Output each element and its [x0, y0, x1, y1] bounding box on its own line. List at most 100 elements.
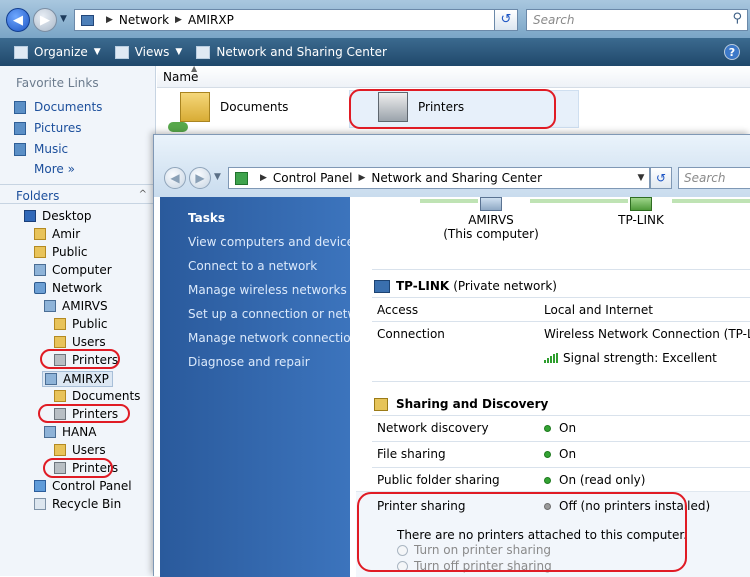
tree-item-users[interactable]: Users: [54, 443, 106, 457]
breadcrumb-chevron-icon[interactable]: ▶: [260, 173, 267, 183]
favorite-link-pictures[interactable]: Pictures: [14, 121, 82, 135]
breadcrumb-chevron-icon[interactable]: ▶: [106, 15, 113, 25]
refresh-button[interactable]: ↺: [494, 9, 518, 31]
tasks-title: Tasks: [188, 211, 226, 225]
task-connect-network[interactable]: Connect to a network: [188, 259, 317, 273]
back-button[interactable]: ◀: [164, 167, 186, 189]
tree-item-amir[interactable]: Amir: [34, 227, 80, 241]
recent-pages-dropdown[interactable]: ▼: [214, 172, 221, 182]
network-discovery-label: Network discovery: [377, 421, 489, 435]
pictures-icon: [14, 121, 26, 135]
search-icon[interactable]: ⚲: [732, 11, 742, 26]
folders-header[interactable]: Folders ^: [0, 184, 155, 204]
file-item-label: Documents: [220, 100, 289, 114]
task-manage-wireless[interactable]: Manage wireless networks: [188, 283, 347, 297]
tree-item-printers[interactable]: Printers: [54, 461, 118, 475]
search-input[interactable]: Search ⚲: [526, 9, 748, 31]
double-chevron-icon: »: [67, 162, 75, 176]
breadcrumb-chevron-icon[interactable]: ▶: [175, 15, 182, 25]
organize-icon: [14, 45, 28, 59]
network-sharing-center-button[interactable]: Network and Sharing Center: [196, 45, 387, 59]
favorite-link-documents[interactable]: Documents: [14, 100, 102, 114]
task-diagnose-repair[interactable]: Diagnose and repair: [188, 355, 310, 369]
network-title: TP-LINK (Private network): [374, 279, 557, 293]
tree-label: AMIRVS: [62, 299, 108, 313]
radio-button[interactable]: [397, 560, 408, 572]
control-panel-icon: [34, 480, 46, 492]
tree-item-users[interactable]: Users: [54, 335, 106, 349]
printer-icon: [54, 354, 66, 366]
window-chrome: ◀ ▶ ▼ ▶ Control Panel ▶ Network and Shar…: [154, 135, 750, 197]
breadcrumb-amirxp[interactable]: AMIRXP: [188, 13, 234, 27]
file-item-printers[interactable]: Printers: [378, 92, 464, 122]
tree-label: Printers: [72, 353, 119, 367]
breadcrumb-network-sharing-center[interactable]: Network and Sharing Center: [371, 171, 542, 185]
address-dropdown-icon[interactable]: ▼: [633, 173, 649, 183]
printer-sharing-status[interactable]: Off (no printers installed): [544, 499, 710, 513]
network-discovery-status[interactable]: On: [544, 421, 576, 435]
tree-item-network[interactable]: Network: [34, 281, 102, 295]
map-node-this-computer[interactable]: AMIRVS (This computer): [436, 197, 546, 241]
tree-label: AMIRXP: [63, 372, 109, 386]
search-input[interactable]: Search: [678, 167, 750, 189]
tree-label: Recycle Bin: [52, 497, 122, 511]
favorite-link-music[interactable]: Music: [14, 142, 68, 156]
public-folder-sharing-status[interactable]: On (read only): [544, 473, 645, 487]
folder-icon: [34, 228, 46, 240]
divider: [372, 441, 750, 442]
tree-item-amirvs[interactable]: AMIRVS: [44, 299, 108, 313]
computer-icon: [480, 197, 502, 211]
help-icon[interactable]: ?: [724, 44, 740, 60]
more-links-button[interactable]: More »: [34, 162, 75, 176]
arrow-right-icon: ▶: [195, 171, 205, 185]
tree-item-hana[interactable]: HANA: [44, 425, 96, 439]
status-value: On: [559, 447, 577, 461]
tree-item-printers[interactable]: Printers: [54, 353, 118, 367]
refresh-button[interactable]: ↺: [650, 167, 672, 189]
status-on-icon: [544, 424, 551, 432]
forward-button[interactable]: ▶: [33, 8, 57, 32]
tree-item-control-panel[interactable]: Control Panel: [34, 479, 132, 493]
connection-value: Wireless Network Connection (TP-LINK): [544, 327, 750, 341]
address-field[interactable]: ▶ Network ▶ AMIRXP ▼: [74, 9, 518, 31]
tree-item-amirxp[interactable]: AMIRXP: [42, 371, 113, 387]
breadcrumb-chevron-icon[interactable]: ▶: [359, 173, 366, 183]
tree-item-public[interactable]: Public: [34, 245, 88, 259]
task-view-computers[interactable]: View computers and devices: [188, 235, 360, 249]
tree-item-documents[interactable]: Documents: [54, 389, 140, 403]
turn-on-printer-sharing-option[interactable]: Turn on printer sharing: [397, 543, 551, 557]
back-button[interactable]: ◀: [6, 8, 30, 32]
organize-button[interactable]: Organize ▼: [14, 45, 101, 59]
column-header-name[interactable]: Name ▲: [157, 64, 750, 88]
access-label: Access: [377, 303, 419, 317]
tree-item-public[interactable]: Public: [54, 317, 108, 331]
tree-item-printers[interactable]: Printers: [54, 407, 118, 421]
tree-item-computer[interactable]: Computer: [34, 263, 112, 277]
folder-icon: [34, 246, 46, 258]
address-field[interactable]: ▶ Control Panel ▶ Network and Sharing Ce…: [228, 167, 650, 189]
map-node-router[interactable]: TP-LINK: [606, 197, 676, 227]
forward-button[interactable]: ▶: [189, 167, 211, 189]
chevron-down-icon: ▼: [93, 47, 101, 57]
radio-button[interactable]: [397, 544, 408, 556]
tree-label: Desktop: [42, 209, 92, 223]
task-manage-connections[interactable]: Manage network connections: [188, 331, 364, 345]
file-item-documents[interactable]: Documents: [180, 92, 288, 122]
explorer-address-bar: ◀ ▶ ▼ ▶ Network ▶ AMIRXP ▼ ↺ Search ⚲: [0, 0, 750, 38]
tree-item-desktop[interactable]: Desktop: [24, 209, 92, 223]
file-sharing-status[interactable]: On: [544, 447, 576, 461]
network-sharing-label: Network and Sharing Center: [216, 45, 387, 59]
divider: [372, 269, 750, 270]
task-setup-connection[interactable]: Set up a connection or network: [188, 307, 376, 321]
router-icon: [630, 197, 652, 211]
breadcrumb-network[interactable]: Network: [119, 13, 169, 27]
tree-item-recycle-bin[interactable]: Recycle Bin: [34, 497, 121, 511]
tree-label: Control Panel: [52, 479, 132, 493]
views-button[interactable]: Views ▼: [114, 45, 182, 59]
turn-off-printer-sharing-option[interactable]: Turn off printer sharing: [397, 559, 552, 573]
recent-pages-dropdown[interactable]: ▼: [60, 14, 67, 24]
favorite-links-title: Favorite Links: [16, 76, 99, 90]
breadcrumb-control-panel[interactable]: Control Panel: [273, 171, 353, 185]
divider: [372, 381, 750, 382]
tree-label: Printers: [72, 461, 119, 475]
